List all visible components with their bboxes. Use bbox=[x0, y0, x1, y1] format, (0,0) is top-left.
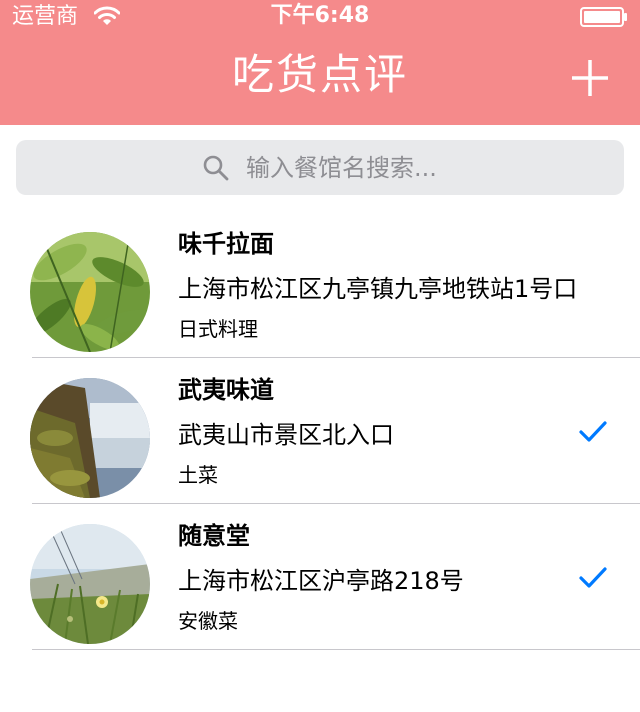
list-item[interactable]: 味千拉面 上海市松江区九亭镇九亭地铁站1号口 日式料理 bbox=[0, 212, 640, 358]
restaurant-address: 上海市松江区沪亭路218号 bbox=[178, 567, 464, 595]
navigation-bar: 运营商 下午6:48 吃货点评 bbox=[0, 0, 640, 125]
status-bar: 运营商 下午6:48 bbox=[0, 0, 640, 34]
list-item[interactable]: 武夷味道 武夷山市景区北入口 土菜 bbox=[0, 358, 640, 504]
battery-icon bbox=[580, 7, 628, 27]
list-item[interactable]: 随意堂 上海市松江区沪亭路218号 安徽菜 bbox=[0, 504, 640, 650]
search-bar[interactable]: 输入餐馆名搜索... bbox=[16, 140, 624, 195]
checkmark-icon bbox=[578, 420, 608, 444]
restaurant-thumbnail-leaves bbox=[30, 232, 150, 352]
plus-icon bbox=[572, 60, 608, 96]
restaurant-cuisine: 土菜 bbox=[178, 463, 218, 487]
app-screen: 运营商 下午6:48 吃货点评 输入餐馆名搜索... 味千拉面 上海市松江区九亭… bbox=[0, 0, 640, 712]
restaurant-cuisine: 日式料理 bbox=[178, 317, 258, 341]
restaurant-address: 武夷山市景区北入口 bbox=[178, 421, 394, 449]
row-divider bbox=[32, 649, 640, 650]
restaurant-thumbnail-flower-field bbox=[30, 524, 150, 644]
add-restaurant-button[interactable] bbox=[568, 56, 612, 100]
checkmark-icon bbox=[578, 566, 608, 590]
restaurant-name: 随意堂 bbox=[178, 522, 250, 550]
search-placeholder: 输入餐馆名搜索... bbox=[246, 154, 437, 182]
search-icon bbox=[202, 154, 230, 182]
restaurant-name: 武夷味道 bbox=[178, 376, 274, 404]
restaurant-name: 味千拉面 bbox=[178, 230, 274, 258]
restaurant-address: 上海市松江区九亭镇九亭地铁站1号口 bbox=[178, 275, 578, 303]
status-time: 下午6:48 bbox=[270, 3, 370, 28]
page-title: 吃货点评 bbox=[231, 50, 408, 99]
restaurant-cuisine: 安徽菜 bbox=[178, 609, 238, 633]
restaurant-list: 味千拉面 上海市松江区九亭镇九亭地铁站1号口 日式料理 武夷味道 武夷山市景区北… bbox=[0, 212, 640, 650]
restaurant-thumbnail-waterfall bbox=[30, 378, 150, 498]
